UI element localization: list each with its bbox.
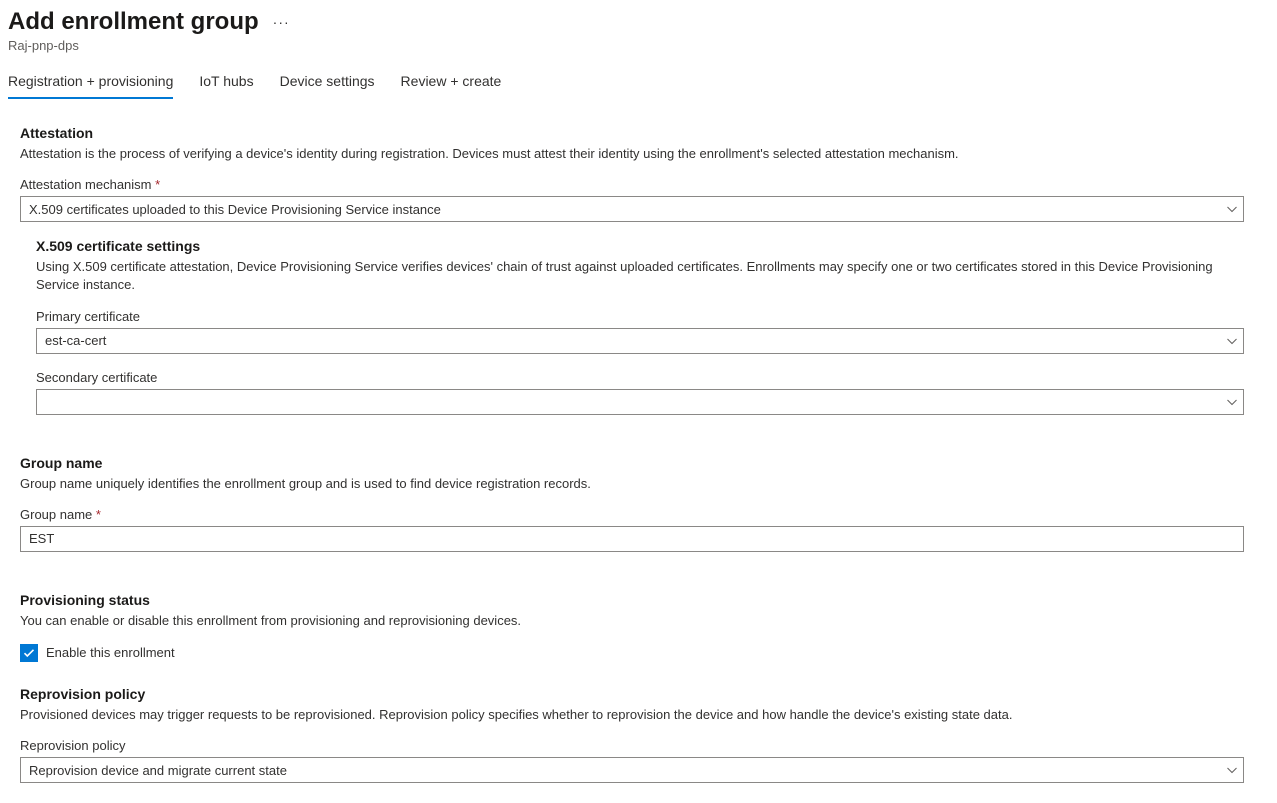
attestation-mechanism-select[interactable]: X.509 certificates uploaded to this Devi…	[20, 196, 1244, 222]
attestation-heading: Attestation	[20, 125, 1244, 141]
attestation-description: Attestation is the process of verifying …	[20, 145, 1244, 163]
tab-registration-provisioning[interactable]: Registration + provisioning	[8, 67, 173, 99]
tab-review-create[interactable]: Review + create	[401, 67, 502, 99]
group-name-label: Group name *	[20, 507, 1244, 522]
primary-certificate-label: Primary certificate	[36, 309, 1244, 324]
secondary-certificate-select[interactable]	[36, 389, 1244, 415]
more-actions-button[interactable]: ···	[273, 14, 290, 30]
enable-enrollment-label: Enable this enrollment	[46, 645, 175, 660]
secondary-certificate-label: Secondary certificate	[36, 370, 1244, 385]
group-name-description: Group name uniquely identifies the enrol…	[20, 475, 1244, 493]
x509-settings-heading: X.509 certificate settings	[36, 238, 1244, 254]
group-name-input[interactable]	[20, 526, 1244, 552]
primary-certificate-select[interactable]: est-ca-cert	[36, 328, 1244, 354]
reprovision-policy-label: Reprovision policy	[20, 738, 1244, 753]
resource-name: Raj-pnp-dps	[8, 38, 1256, 53]
tab-iot-hubs[interactable]: IoT hubs	[199, 67, 253, 99]
page-title: Add enrollment group	[8, 8, 259, 36]
attestation-mechanism-label: Attestation mechanism *	[20, 177, 1244, 192]
provisioning-status-description: You can enable or disable this enrollmen…	[20, 612, 1244, 630]
tab-device-settings[interactable]: Device settings	[280, 67, 375, 99]
provisioning-status-heading: Provisioning status	[20, 592, 1244, 608]
tab-bar: Registration + provisioning IoT hubs Dev…	[8, 67, 1256, 99]
x509-settings-description: Using X.509 certificate attestation, Dev…	[36, 258, 1244, 294]
reprovision-policy-description: Provisioned devices may trigger requests…	[20, 706, 1244, 724]
reprovision-policy-heading: Reprovision policy	[20, 686, 1244, 702]
reprovision-policy-select[interactable]: Reprovision device and migrate current s…	[20, 757, 1244, 783]
enable-enrollment-checkbox[interactable]	[20, 644, 38, 662]
group-name-heading: Group name	[20, 455, 1244, 471]
